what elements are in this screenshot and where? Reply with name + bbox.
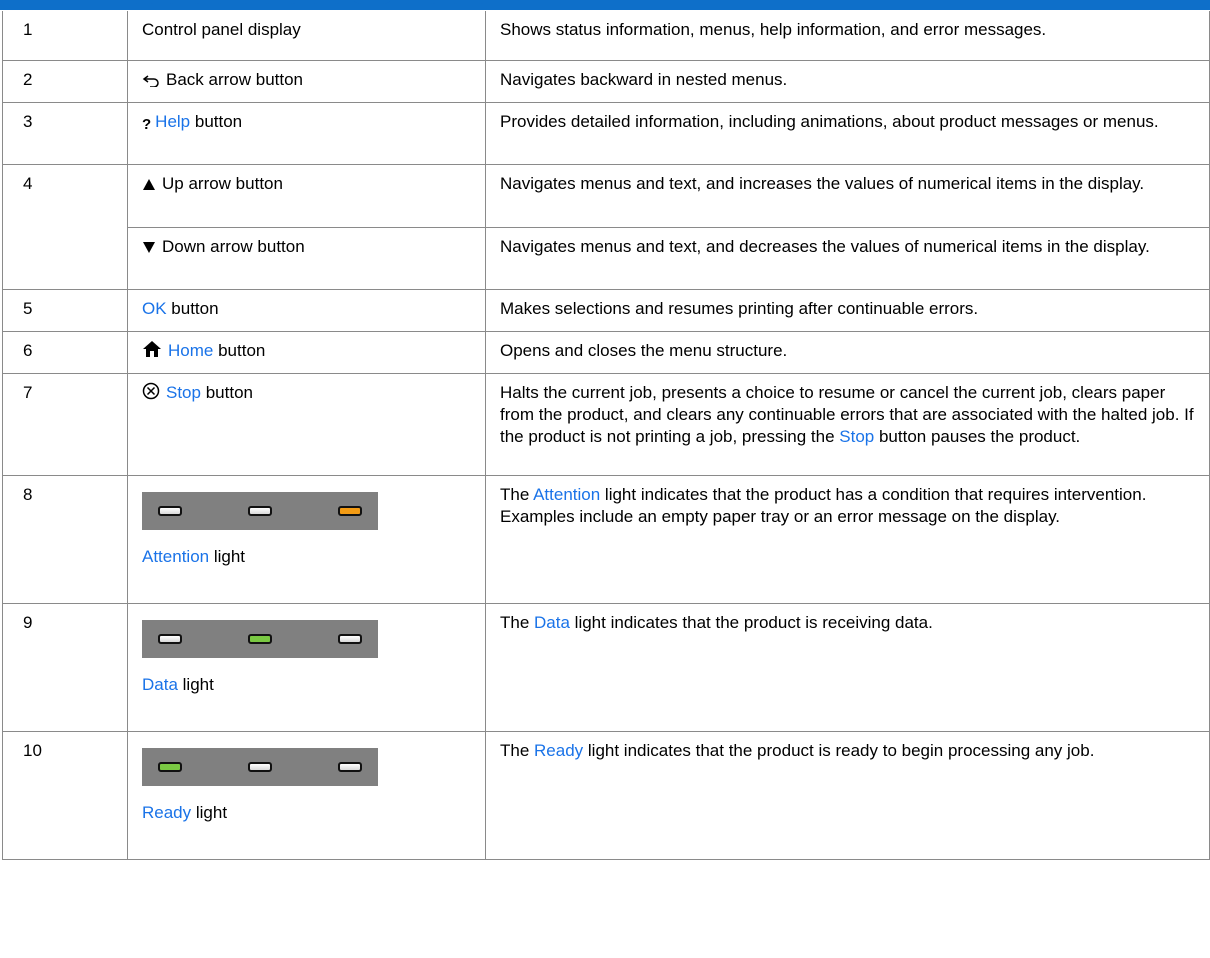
item-name: Attention light bbox=[127, 474, 486, 604]
item-number: 6 bbox=[2, 330, 128, 374]
table-row: 10 Ready light The Ready light indicates… bbox=[2, 730, 1210, 860]
item-name: ? Help button bbox=[127, 101, 486, 165]
item-name: Data light bbox=[127, 602, 486, 732]
item-description: The Data light indicates that the produc… bbox=[485, 602, 1210, 732]
item-label: light bbox=[191, 802, 228, 822]
item-highlight: OK bbox=[142, 298, 167, 318]
desc-text: light indicates that the product is read… bbox=[583, 740, 1095, 760]
item-name: Ready light bbox=[127, 730, 486, 860]
item-label: Up arrow button bbox=[162, 173, 283, 193]
item-highlight: Help bbox=[155, 111, 191, 131]
item-label: button bbox=[213, 340, 266, 360]
table-row: 1 Control panel display Shows status inf… bbox=[2, 11, 1210, 61]
item-highlight: Ready bbox=[142, 802, 192, 822]
led-panel bbox=[142, 491, 378, 530]
item-name: Up arrow button bbox=[127, 163, 486, 228]
item-name: OK button bbox=[127, 288, 486, 332]
desc-text: light indicates that the product is rece… bbox=[569, 612, 933, 632]
up-triangle-icon bbox=[143, 178, 155, 190]
item-highlight: Data bbox=[142, 674, 178, 694]
led-indicator bbox=[158, 633, 182, 644]
item-number: 9 bbox=[2, 602, 128, 732]
item-label: button bbox=[190, 111, 243, 131]
item-number: 4 bbox=[2, 163, 128, 290]
item-name: Back arrow button bbox=[127, 59, 486, 103]
item-label: button bbox=[200, 382, 253, 402]
table-row: 7 Stop button Halts the current job, pre… bbox=[2, 372, 1210, 476]
item-number: 7 bbox=[2, 372, 128, 476]
header-decoration bbox=[130, 0, 510, 4]
item-description: Shows status information, menus, help in… bbox=[485, 11, 1210, 61]
table-row: 2 Back arrow button Navigates backward i… bbox=[2, 59, 1210, 103]
desc-text: The bbox=[500, 484, 534, 504]
item-description: The Attention light indicates that the p… bbox=[485, 474, 1210, 604]
item-number: 3 bbox=[2, 101, 128, 165]
attention-led-indicator bbox=[338, 505, 362, 516]
stop-icon bbox=[142, 382, 160, 399]
item-number: 5 bbox=[2, 288, 128, 332]
table-row: Down arrow button Navigates menus and te… bbox=[3, 226, 1210, 290]
data-led-indicator bbox=[248, 633, 272, 644]
item-number: 1 bbox=[2, 11, 128, 61]
home-icon bbox=[143, 340, 161, 357]
item-label: light bbox=[177, 674, 214, 694]
table-row: 5 OK button Makes selections and resumes… bbox=[2, 288, 1210, 332]
item-number: 2 bbox=[2, 59, 128, 103]
item-label: light bbox=[209, 546, 246, 566]
desc-highlight: Ready bbox=[534, 740, 584, 760]
table-row: 4 Up arrow button Navigates menus and te… bbox=[2, 163, 1210, 290]
item-highlight: Home bbox=[168, 340, 214, 360]
led-indicator bbox=[338, 633, 362, 644]
item-label: Down arrow button bbox=[162, 236, 305, 256]
led-indicator bbox=[158, 505, 182, 516]
item-number: 10 bbox=[2, 730, 128, 860]
item-description: Navigates menus and text, and decreases … bbox=[485, 226, 1210, 290]
control-panel-table: 1 Control panel display Shows status inf… bbox=[2, 11, 1210, 860]
item-description: Makes selections and resumes printing af… bbox=[485, 288, 1210, 332]
item-name: Down arrow button bbox=[127, 226, 486, 290]
item-description: Navigates backward in nested menus. bbox=[485, 59, 1210, 103]
led-indicator bbox=[338, 761, 362, 772]
back-arrow-icon bbox=[142, 74, 159, 87]
item-description: Halts the current job, presents a choice… bbox=[485, 372, 1210, 476]
item-name: Control panel display bbox=[127, 11, 486, 61]
desc-text: The bbox=[500, 612, 535, 632]
desc-text: The bbox=[500, 740, 535, 760]
item-description: Navigates menus and text, and increases … bbox=[485, 163, 1210, 228]
item-label: button bbox=[166, 298, 219, 318]
item-description: The Ready light indicates that the produ… bbox=[485, 730, 1210, 860]
table-row: 9 Data light The Data light indicates th… bbox=[2, 602, 1210, 732]
table-row: 6 Home button Opens and closes the menu … bbox=[2, 330, 1210, 374]
item-highlight: Stop bbox=[166, 382, 201, 402]
table-row: 8 Attention light The Attention light in… bbox=[2, 474, 1210, 604]
desc-highlight: Data bbox=[534, 612, 570, 632]
item-number: 8 bbox=[2, 474, 128, 604]
led-panel bbox=[142, 619, 378, 658]
item-highlight: Attention bbox=[142, 546, 210, 566]
item-label: Back arrow button bbox=[166, 69, 304, 89]
desc-highlight: Stop bbox=[839, 426, 875, 446]
item-description: Provides detailed information, including… bbox=[485, 101, 1210, 165]
item-name: Stop button bbox=[127, 372, 486, 476]
desc-text: button pauses the product. bbox=[874, 426, 1081, 446]
item-description: Opens and closes the menu structure. bbox=[485, 330, 1210, 374]
led-indicator bbox=[248, 505, 272, 516]
led-panel bbox=[142, 747, 378, 786]
down-triangle-icon bbox=[143, 241, 155, 253]
ready-led-indicator bbox=[158, 761, 182, 772]
item-name: Home button bbox=[127, 330, 486, 374]
desc-highlight: Attention bbox=[533, 484, 601, 504]
table-row: 3 ? Help button Provides detailed informa… bbox=[2, 101, 1210, 165]
led-indicator bbox=[248, 761, 272, 772]
help-icon: ? bbox=[142, 115, 152, 133]
